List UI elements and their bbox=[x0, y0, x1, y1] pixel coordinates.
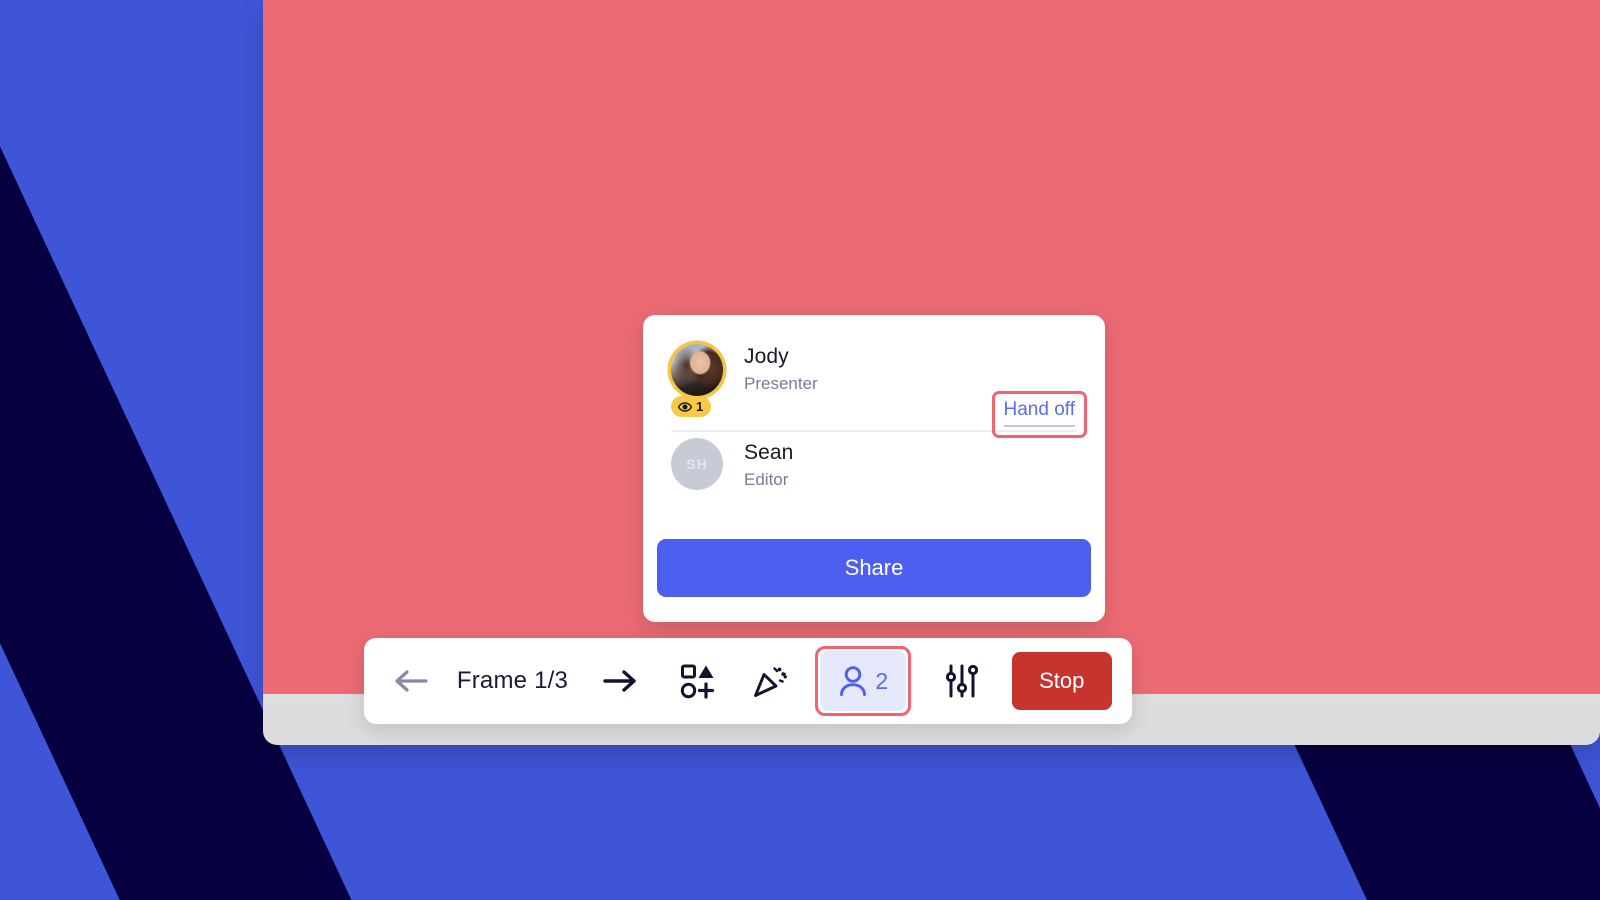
participants-popover: 1 Jody Presenter Hand off SH Sean Editor… bbox=[643, 315, 1105, 622]
participants-count: 2 bbox=[875, 667, 889, 694]
participant-info-presenter: Jody Presenter bbox=[744, 342, 818, 397]
hand-off-link[interactable]: Hand off bbox=[1003, 399, 1075, 427]
frame-indicator: Frame 1/3 bbox=[456, 667, 569, 694]
participant-role: Presenter bbox=[744, 374, 818, 394]
avatar-photo bbox=[671, 344, 723, 396]
next-frame-button[interactable] bbox=[592, 655, 646, 707]
participant-row-editor: SH Sean Editor bbox=[671, 438, 1077, 520]
handoff-highlight-box: Hand off bbox=[991, 391, 1087, 438]
sliders-icon bbox=[946, 664, 979, 698]
presenter-toolbar: Frame 1/3 2 Stop bbox=[364, 638, 1132, 724]
view-count-value: 1 bbox=[696, 399, 704, 414]
shapes-button[interactable] bbox=[669, 654, 727, 708]
shapes-icon bbox=[680, 664, 715, 699]
participant-role: Editor bbox=[744, 470, 789, 490]
confetti-button[interactable] bbox=[741, 654, 799, 708]
view-count-badge: 1 bbox=[671, 396, 712, 417]
avatar-editor: SH bbox=[671, 438, 723, 490]
settings-button[interactable] bbox=[933, 654, 991, 708]
stop-presenting-button[interactable]: Stop bbox=[1011, 652, 1112, 710]
person-icon bbox=[840, 666, 867, 696]
participants-button[interactable]: 2 bbox=[820, 651, 907, 711]
people-highlight-box: 2 bbox=[815, 646, 912, 716]
share-button[interactable]: Share bbox=[657, 539, 1091, 597]
participant-name: Sean bbox=[744, 441, 794, 464]
participant-row-presenter: 1 Jody Presenter Hand off bbox=[671, 342, 1087, 438]
participant-info-editor: Sean Editor bbox=[744, 438, 793, 493]
arrow-right-icon bbox=[602, 670, 636, 692]
avatar-presenter: 1 bbox=[671, 342, 723, 417]
avatar-image-presenter bbox=[671, 344, 723, 396]
previous-frame-button[interactable] bbox=[384, 655, 438, 707]
party-popper-icon bbox=[754, 667, 788, 697]
eye-icon bbox=[678, 401, 692, 412]
arrow-left-icon bbox=[395, 670, 428, 692]
avatar-initials-editor: SH bbox=[671, 438, 723, 490]
participant-name: Jody bbox=[744, 345, 789, 368]
